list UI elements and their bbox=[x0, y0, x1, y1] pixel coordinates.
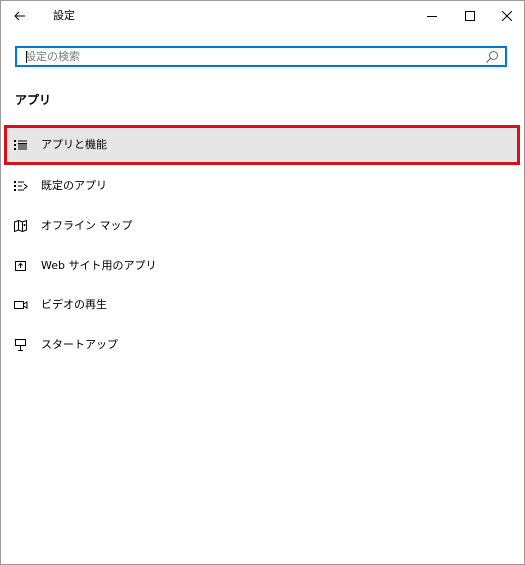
text-caret bbox=[26, 51, 27, 63]
section-heading: アプリ bbox=[15, 93, 52, 107]
apps-for-websites-icon bbox=[14, 259, 28, 273]
settings-window: 設定 アプリ bbox=[0, 0, 525, 565]
back-arrow-icon bbox=[14, 11, 25, 21]
nav-item-apps-features[interactable]: アプリと機能 bbox=[4, 125, 520, 165]
minimize-button[interactable] bbox=[412, 1, 452, 31]
startup-icon bbox=[14, 338, 28, 352]
nav-item-label: オフライン マップ bbox=[41, 219, 133, 232]
offline-maps-icon bbox=[14, 219, 28, 233]
apps-features-icon bbox=[14, 138, 28, 152]
close-icon bbox=[502, 11, 512, 21]
search-icon[interactable] bbox=[485, 50, 499, 64]
nav-item-video-playback[interactable]: ビデオの再生 bbox=[5, 286, 519, 324]
maximize-button[interactable] bbox=[450, 1, 490, 31]
close-button[interactable] bbox=[487, 1, 525, 31]
title-bar: 設定 bbox=[1, 1, 524, 31]
minimize-icon bbox=[427, 16, 437, 17]
back-button[interactable] bbox=[1, 1, 39, 31]
search-box[interactable] bbox=[15, 46, 507, 67]
nav-item-label: 既定のアプリ bbox=[41, 179, 107, 192]
search-input[interactable] bbox=[25, 48, 485, 65]
nav-item-default-apps[interactable]: 既定のアプリ bbox=[5, 167, 519, 205]
window-title: 設定 bbox=[53, 9, 75, 22]
maximize-icon bbox=[465, 11, 475, 21]
nav-item-label: アプリと機能 bbox=[41, 138, 107, 151]
nav-item-label: ビデオの再生 bbox=[41, 298, 107, 311]
nav-item-label: Web サイト用のアプリ bbox=[41, 259, 157, 272]
nav-item-label: スタートアップ bbox=[41, 338, 118, 351]
video-playback-icon bbox=[14, 298, 28, 312]
default-apps-icon bbox=[14, 179, 28, 193]
nav-item-startup[interactable]: スタートアップ bbox=[5, 326, 519, 364]
nav-item-apps-for-websites[interactable]: Web サイト用のアプリ bbox=[5, 247, 519, 285]
nav-item-offline-maps[interactable]: オフライン マップ bbox=[5, 207, 519, 245]
